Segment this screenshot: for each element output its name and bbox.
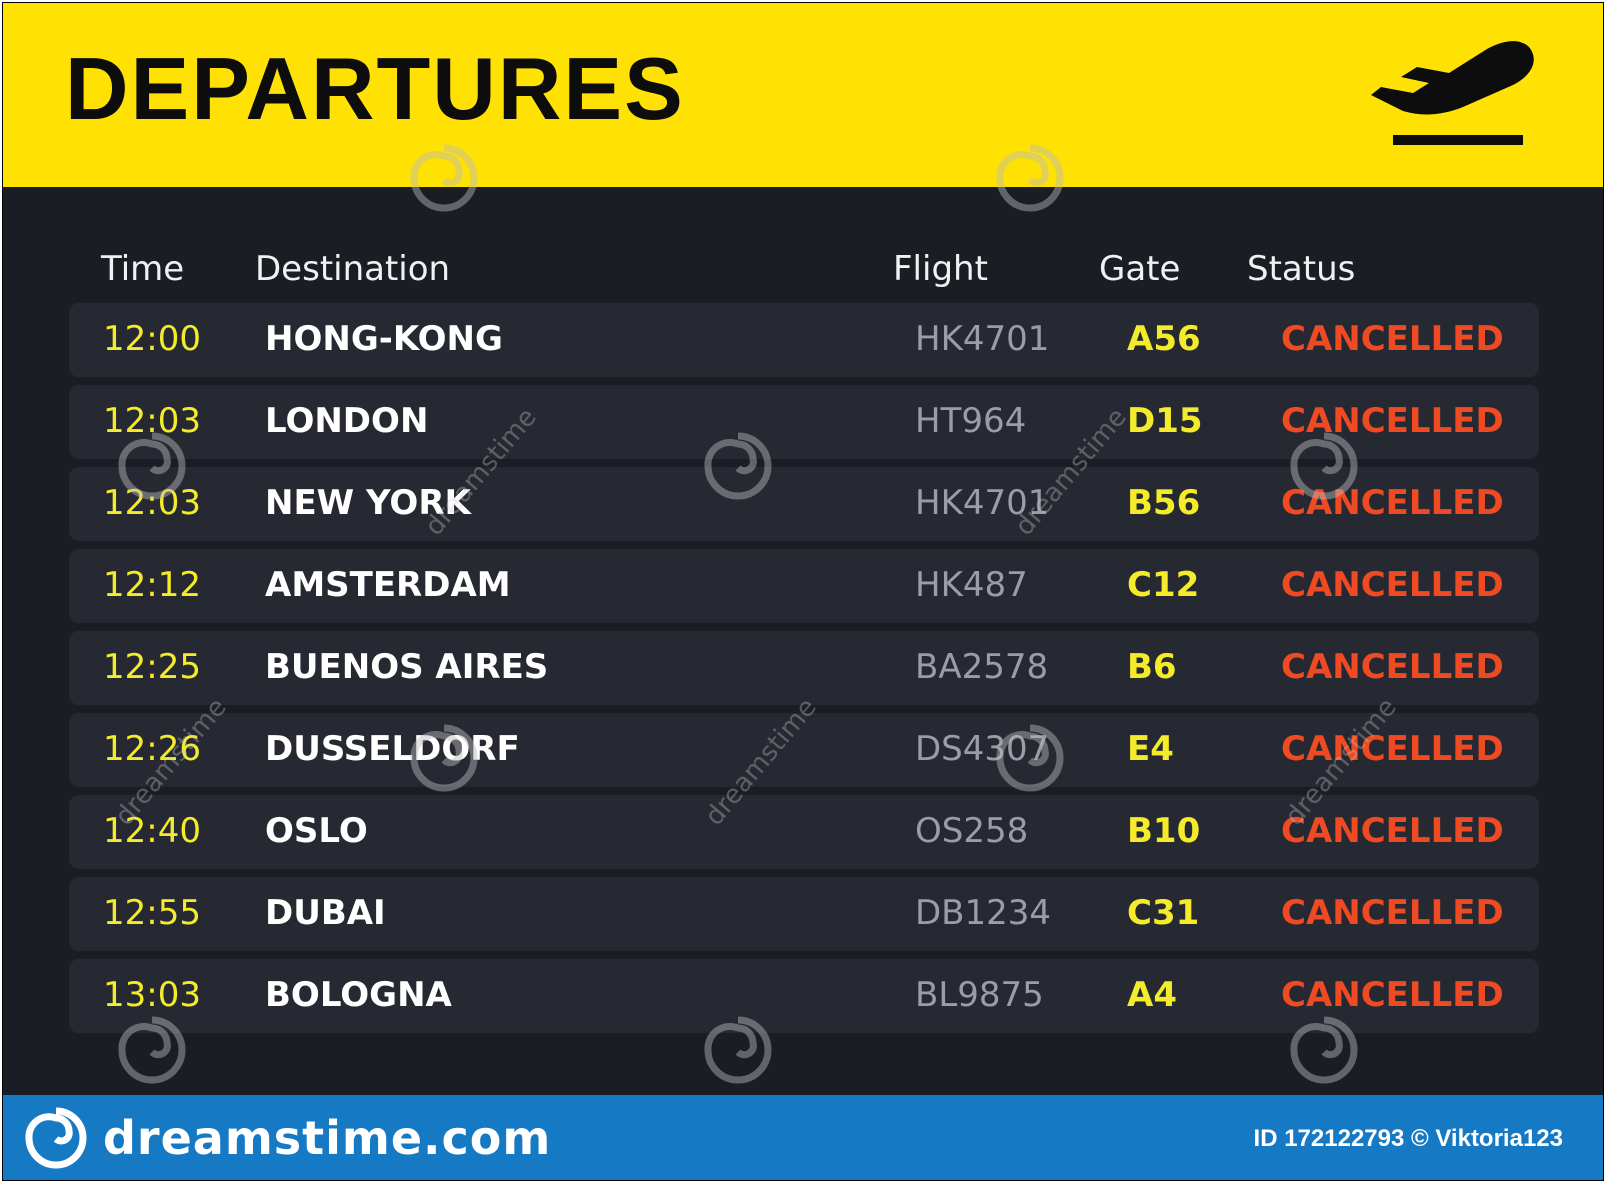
flight-number: BL9875: [915, 975, 1044, 1015]
flight-status: CANCELLED: [1281, 975, 1504, 1015]
flight-gate: C12: [1127, 565, 1200, 605]
brand: dreamstime.com: [25, 1107, 551, 1169]
flight-row: 12:25 BUENOS AIRES BA2578 B6 CANCELLED: [69, 631, 1539, 705]
flight-status: CANCELLED: [1281, 319, 1504, 359]
page-title: DEPARTURES: [65, 39, 685, 138]
flight-gate: B10: [1127, 811, 1201, 851]
flight-destination: HONG-KONG: [265, 319, 503, 359]
flight-board: Time Destination Flight Gate Status 12:0…: [3, 144, 1603, 1093]
flight-status: CANCELLED: [1281, 565, 1504, 605]
flight-row: 12:03 NEW YORK HK4701 B56 CANCELLED: [69, 467, 1539, 541]
brand-name: dreamstime.com: [103, 1111, 552, 1165]
column-header-gate: Gate: [1099, 249, 1181, 289]
flight-row: 12:03 LONDON HT964 D15 CANCELLED: [69, 385, 1539, 459]
column-header-time: Time: [101, 249, 185, 289]
flight-number: DS4307: [915, 729, 1050, 769]
departures-board-image: DEPARTURES Time Destination Flight Gate …: [2, 2, 1604, 1181]
flight-time: 12:25: [103, 647, 201, 687]
flight-gate: A4: [1127, 975, 1177, 1015]
flight-time: 12:03: [103, 483, 201, 523]
flight-row: 12:40 OSLO OS258 B10 CANCELLED: [69, 795, 1539, 869]
flight-status: CANCELLED: [1281, 893, 1504, 933]
column-header-destination: Destination: [255, 249, 451, 289]
airplane-departure-icon: [1371, 41, 1534, 145]
image-credit: ID 172122793 © Viktoria123: [1253, 1125, 1563, 1152]
flight-row: 12:26 DUSSELDORF DS4307 E4 CANCELLED: [69, 713, 1539, 787]
flight-status: CANCELLED: [1281, 483, 1504, 523]
flight-number: HK487: [915, 565, 1028, 605]
flight-destination: DUBAI: [265, 893, 386, 933]
flight-destination: DUSSELDORF: [265, 729, 520, 769]
header-bar: DEPARTURES: [3, 3, 1603, 187]
flight-status: CANCELLED: [1281, 647, 1504, 687]
flight-time: 12:03: [103, 401, 201, 441]
flight-gate: C31: [1127, 893, 1200, 933]
flight-time: 12:26: [103, 729, 201, 769]
flight-time: 12:40: [103, 811, 201, 851]
flight-gate: D15: [1127, 401, 1203, 441]
flight-time: 12:12: [103, 565, 201, 605]
flight-row: 13:03 BOLOGNA BL9875 A4 CANCELLED: [69, 959, 1539, 1033]
flight-number: HT964: [915, 401, 1027, 441]
flight-destination: NEW YORK: [265, 483, 471, 523]
flight-row: 12:12 AMSTERDAM HK487 C12 CANCELLED: [69, 549, 1539, 623]
column-header-flight: Flight: [893, 249, 988, 289]
footer-bar: dreamstime.com ID 172122793 © Viktoria12…: [3, 1095, 1603, 1180]
flight-row: 12:00 HONG-KONG HK4701 A56 CANCELLED: [69, 303, 1539, 377]
flight-number: OS258: [915, 811, 1029, 851]
flight-status: CANCELLED: [1281, 401, 1504, 441]
flight-gate: E4: [1127, 729, 1174, 769]
flight-time: 12:55: [103, 893, 201, 933]
flight-number: BA2578: [915, 647, 1049, 687]
flight-number: HK4701: [915, 319, 1050, 359]
flight-status: CANCELLED: [1281, 729, 1504, 769]
column-header-status: Status: [1247, 249, 1356, 289]
flight-destination: OSLO: [265, 811, 368, 851]
flight-row: 12:55 DUBAI DB1234 C31 CANCELLED: [69, 877, 1539, 951]
flight-status: CANCELLED: [1281, 811, 1504, 851]
flight-destination: BUENOS AIRES: [265, 647, 549, 687]
flight-destination: LONDON: [265, 401, 429, 441]
flight-number: DB1234: [915, 893, 1052, 933]
flight-destination: BOLOGNA: [265, 975, 452, 1015]
flight-gate: B6: [1127, 647, 1177, 687]
flight-time: 12:00: [103, 319, 201, 359]
flight-gate: B56: [1127, 483, 1201, 523]
flight-time: 13:03: [103, 975, 201, 1015]
flight-gate: A56: [1127, 319, 1201, 359]
flight-number: HK4701: [915, 483, 1050, 523]
dreamstime-spiral-icon: [25, 1107, 87, 1169]
flight-destination: AMSTERDAM: [265, 565, 511, 605]
